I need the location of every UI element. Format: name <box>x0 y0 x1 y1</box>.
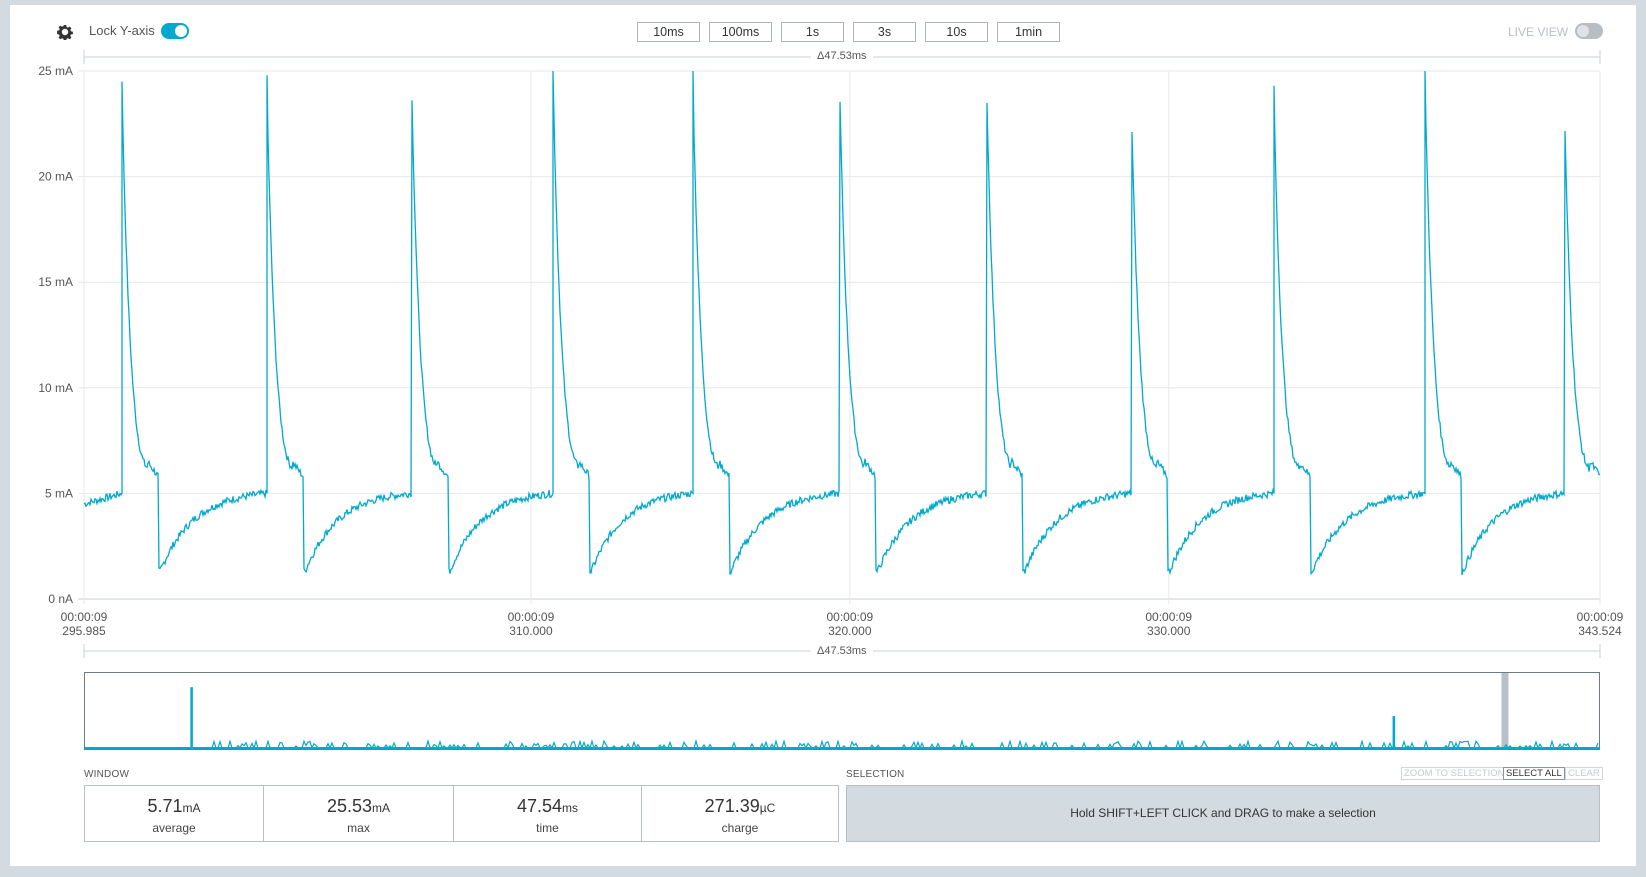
delta-top-label: Δ47.53ms <box>811 50 873 62</box>
x-tick-label: 00:00:09 <box>508 610 555 624</box>
current-trace <box>83 70 1601 576</box>
zoom-to-selection-button[interactable]: ZOOM TO SELECTION <box>1401 767 1508 780</box>
x-tick-label: 00:00:09 <box>1577 610 1624 624</box>
clear-button[interactable]: CLEAR <box>1565 767 1603 780</box>
stat-label: charge <box>721 821 759 835</box>
x-tick-label: 00:00:09 <box>61 610 108 624</box>
y-tick-label: 0 nA <box>48 592 73 606</box>
y-tick-label: 20 mA <box>38 170 73 184</box>
y-tick-label: 5 mA <box>45 486 73 500</box>
window-section-label: WINDOW <box>84 769 130 780</box>
current-chart[interactable]: 0 nA5 mA10 mA15 mA20 mA25 mA00:00:09295.… <box>0 0 1646 660</box>
stat-number: 271.39 <box>704 796 760 816</box>
y-tick-label: 25 mA <box>38 64 73 78</box>
x-tick-label: 330.000 <box>1147 624 1191 638</box>
delta-bottom-label: Δ47.53ms <box>811 645 873 657</box>
stat-label: max <box>347 821 370 835</box>
stat-value: 271.39µC <box>642 796 838 817</box>
stat-time: 47.54ms time <box>453 785 642 842</box>
stat-unit: µC <box>759 801 776 815</box>
minimap-selection <box>1501 673 1509 749</box>
stat-number: 25.53 <box>326 796 373 816</box>
select-all-button[interactable]: SELECT ALL <box>1503 767 1565 780</box>
y-tick-label: 10 mA <box>38 381 73 395</box>
stat-number: 47.54 <box>516 796 563 816</box>
stat-max: 25.53mA max <box>263 785 454 842</box>
x-tick-label: 320.000 <box>828 624 872 638</box>
selection-hint: Hold SHIFT+LEFT CLICK and DRAG to make a… <box>1070 806 1376 820</box>
x-tick-label: 295.985 <box>62 624 106 638</box>
minimap[interactable] <box>84 672 1600 750</box>
x-tick-label: 343.524 <box>1578 624 1622 638</box>
y-tick-label: 15 mA <box>38 275 73 289</box>
stat-value: 25.53mA <box>264 796 453 817</box>
selection-area[interactable]: Hold SHIFT+LEFT CLICK and DRAG to make a… <box>846 785 1600 842</box>
x-tick-label: 00:00:09 <box>1145 610 1192 624</box>
stat-charge: 271.39µC charge <box>641 785 839 842</box>
stat-unit: mA <box>182 801 201 815</box>
stat-average: 5.71mA average <box>84 785 264 842</box>
stat-value: 5.71mA <box>85 796 263 817</box>
stat-label: time <box>536 821 559 835</box>
x-tick-label: 310.000 <box>509 624 553 638</box>
stat-value: 47.54ms <box>454 796 641 817</box>
x-tick-label: 00:00:09 <box>826 610 873 624</box>
selection-section-label: SELECTION <box>846 769 905 780</box>
stat-label: average <box>152 821 196 835</box>
stat-unit: ms <box>562 801 579 815</box>
minimap-frame <box>84 672 1600 750</box>
stat-unit: mA <box>372 801 391 815</box>
stat-number: 5.71 <box>147 796 183 816</box>
